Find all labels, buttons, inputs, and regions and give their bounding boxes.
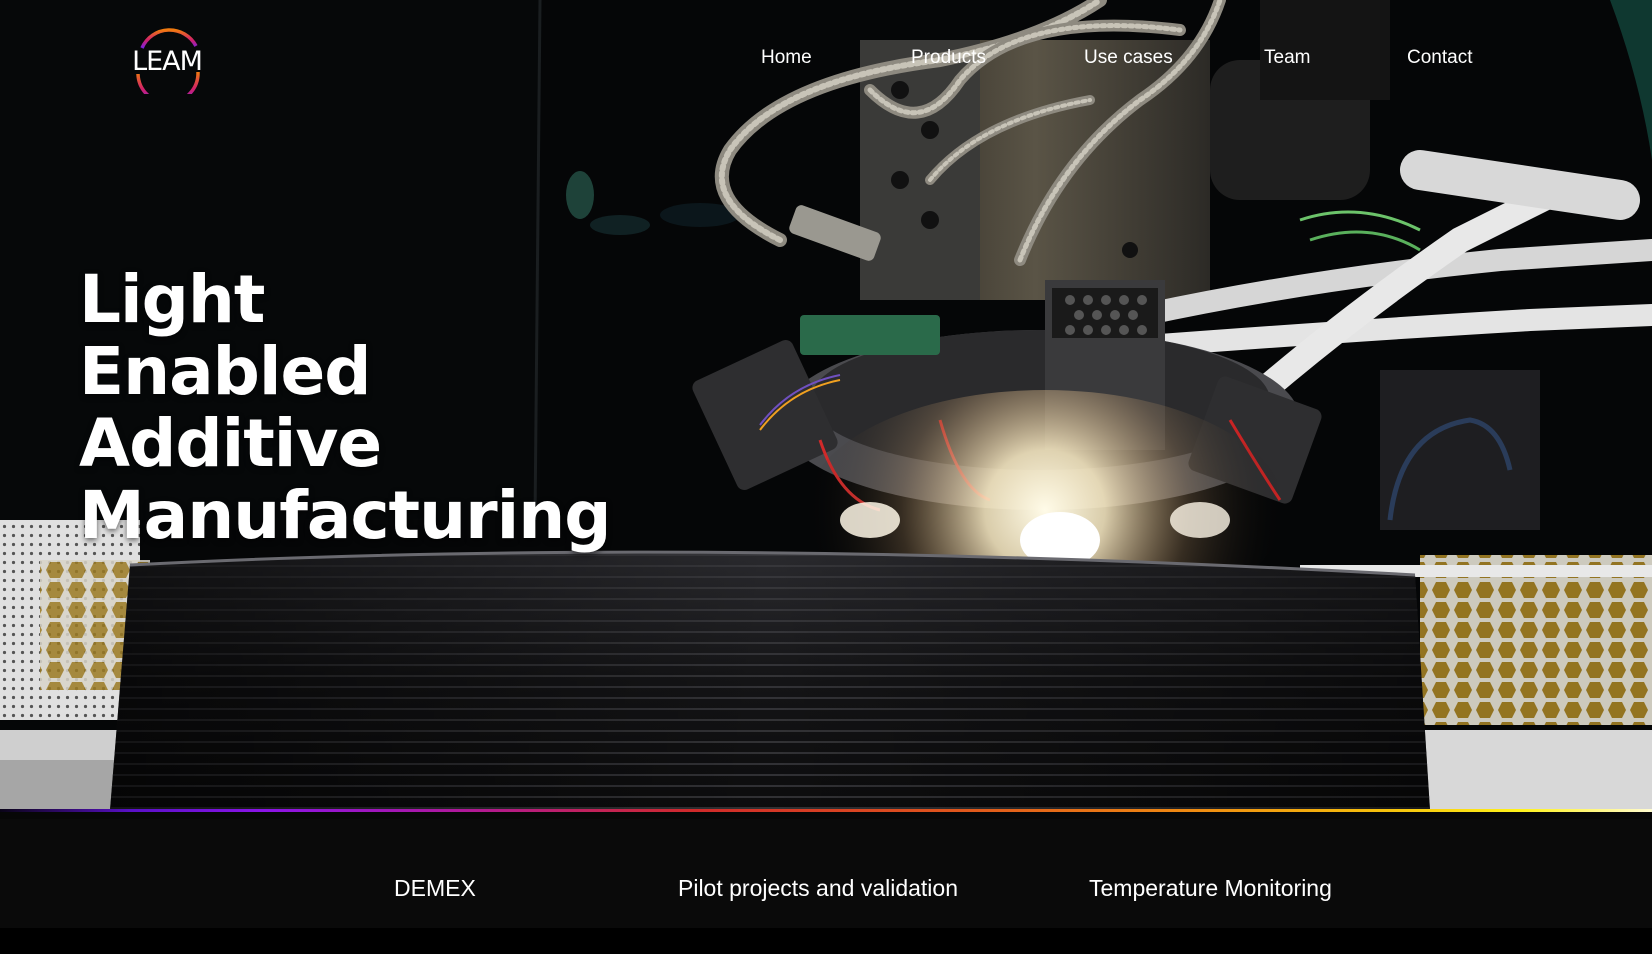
nav-home[interactable]: Home — [761, 47, 812, 69]
footer-edge — [0, 928, 1652, 954]
headline-line-1: Light — [79, 261, 265, 338]
nav-products[interactable]: Products — [911, 47, 986, 69]
nav-team[interactable]: Team — [1264, 47, 1310, 69]
gradient-divider — [0, 809, 1652, 812]
main-nav: Home Products Use cases Team Contact — [0, 47, 1652, 77]
headline-line-3: Additive — [79, 405, 382, 482]
nav-use-cases[interactable]: Use cases — [1084, 47, 1173, 69]
hero-headline: Light Enabled Additive Manufacturing — [79, 264, 611, 552]
product-link-temperature-monitoring[interactable]: Temperature Monitoring — [1089, 875, 1332, 902]
product-link-pilot-projects[interactable]: Pilot projects and validation — [678, 875, 958, 902]
product-link-demex[interactable]: DEMEX — [394, 875, 476, 902]
headline-line-2: Enabled — [79, 333, 371, 410]
headline-line-4: Manufacturing — [79, 477, 611, 554]
page: LEAM Home Products Use cases Team Contac… — [0, 0, 1652, 954]
nav-contact[interactable]: Contact — [1407, 47, 1472, 69]
hero-section: LEAM Home Products Use cases Team Contac… — [0, 0, 1652, 812]
